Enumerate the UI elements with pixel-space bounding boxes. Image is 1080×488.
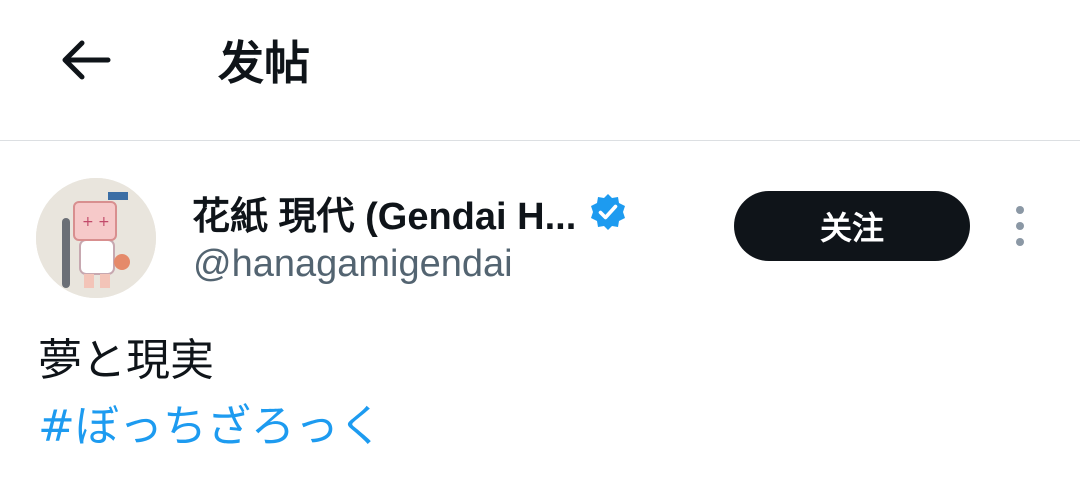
more-options-button[interactable]: [1000, 200, 1040, 252]
page-title: 发帖: [218, 36, 310, 90]
author-handle[interactable]: @hanagamigendai: [193, 240, 513, 288]
arrow-left-icon: [58, 38, 112, 86]
post-text: 夢と現実: [38, 335, 214, 386]
verified-badge-icon: [588, 192, 628, 232]
author-name-row[interactable]: 花紙 現代 (Gendai H...: [192, 184, 628, 240]
follow-button[interactable]: 关注: [734, 191, 970, 261]
more-vertical-icon: [1016, 206, 1024, 214]
avatar[interactable]: + +: [36, 178, 156, 298]
hashtag-link[interactable]: #ぼっちざろっく: [38, 396, 383, 458]
svg-text:+: +: [98, 214, 110, 230]
back-button[interactable]: [50, 32, 120, 92]
top-bar: 发帖: [0, 0, 1080, 141]
svg-text:+: +: [82, 214, 94, 230]
display-name[interactable]: 花紙 現代 (Gendai H...: [192, 185, 576, 240]
